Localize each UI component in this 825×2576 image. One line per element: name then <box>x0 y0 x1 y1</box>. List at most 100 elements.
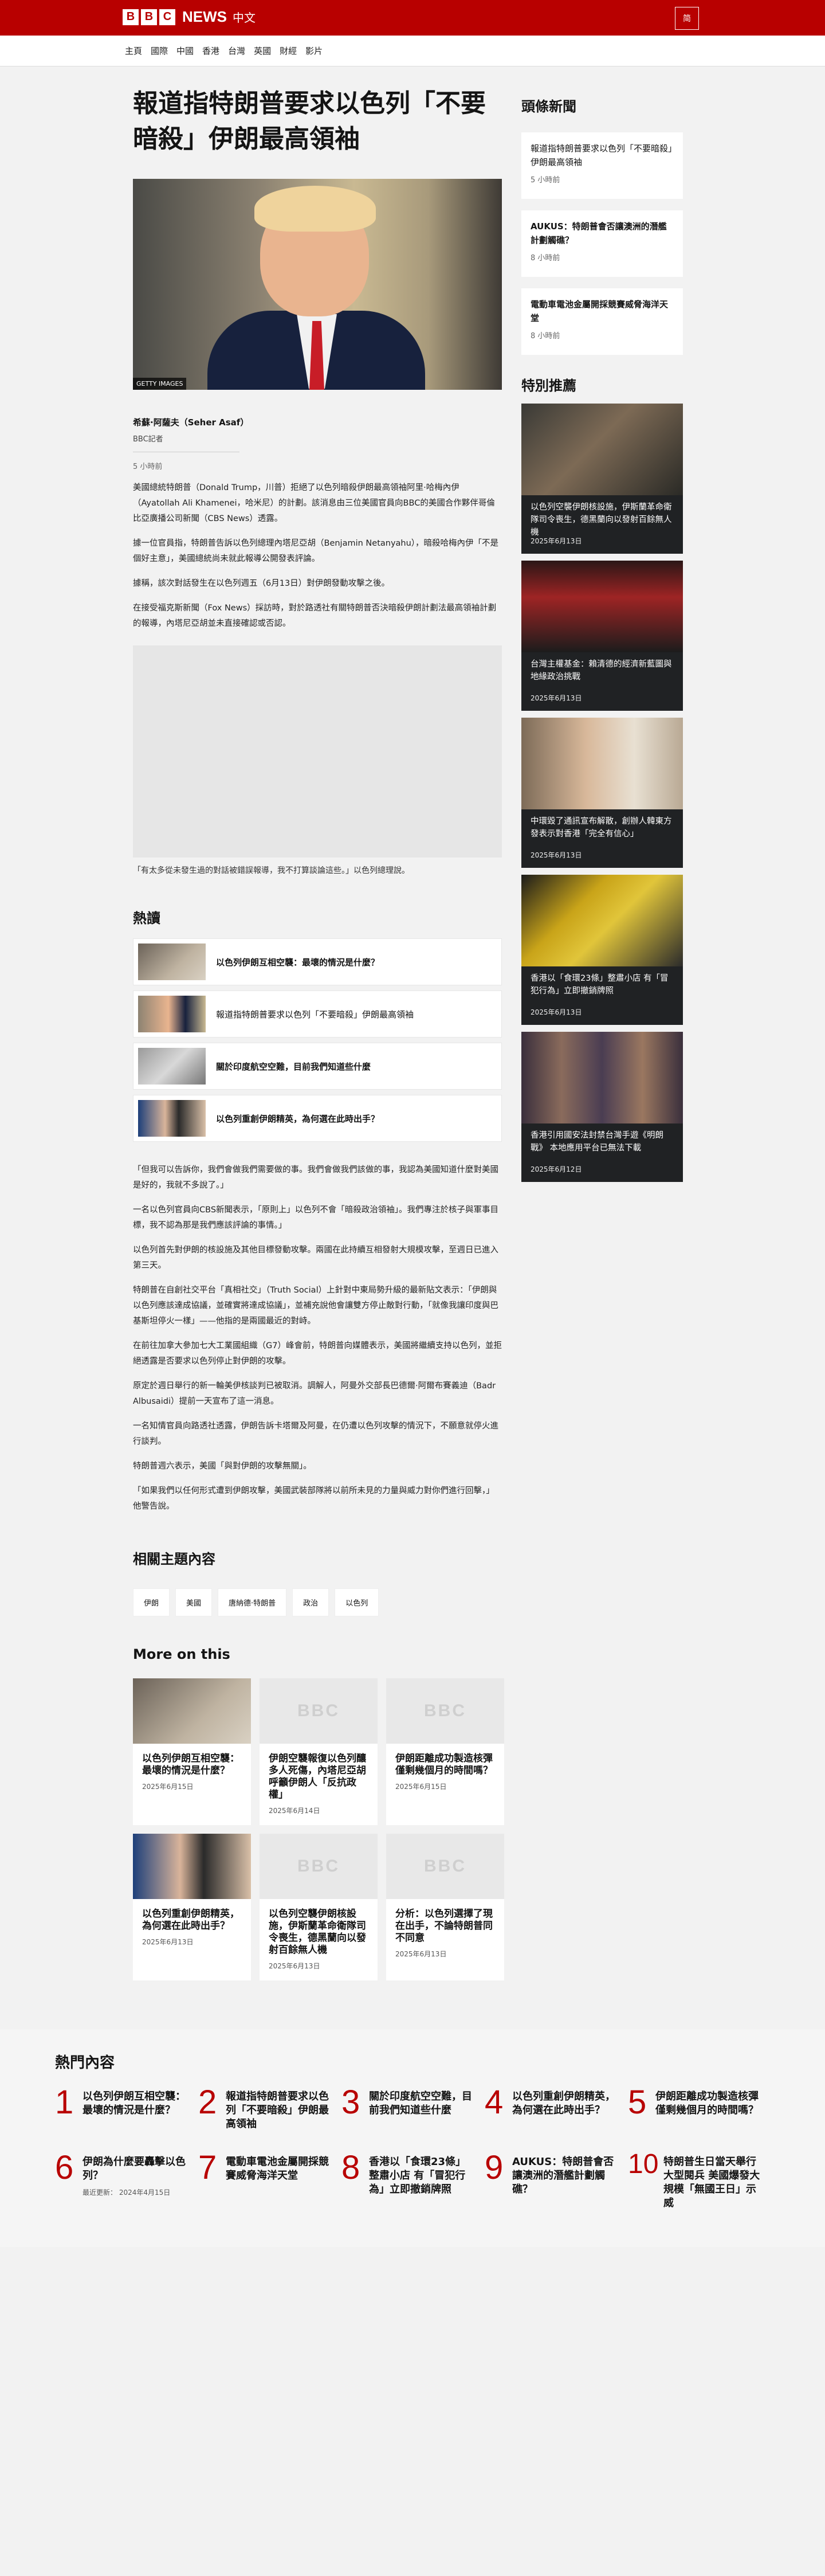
popular-rank: 4 <box>485 2084 504 2121</box>
popular-rank: 8 <box>341 2149 360 2186</box>
hot-read-thumbnail <box>138 944 206 980</box>
more-on-this-title: More on this <box>133 1646 230 1662</box>
popular-rank: 5 <box>628 2084 647 2121</box>
hot-read-title: 以色列伊朗互相空襲：最壞的情況是什麼？ <box>216 957 380 968</box>
popular-rank: 2 <box>198 2084 217 2121</box>
nav-taiwan[interactable]: 台灣 <box>228 45 245 57</box>
hot-read-title: 以色列重創伊朗精英，為何選在此時出手？ <box>216 1113 380 1124</box>
paragraph: 特朗普在自創社交平台「真相社交」（Truth Social）上針對中東局勢升級的… <box>133 1286 498 1326</box>
hot-read-item[interactable]: 報道指特朗普要求以色列「不要暗殺」伊朗最高領袖 <box>133 991 502 1038</box>
paragraph: 在接受福克斯新聞（Fox News）採訪時，對於路透社有關特朗普否決暗殺伊朗計劃… <box>133 604 497 628</box>
video-caption: 「有太多從未發生過的對話被錯誤報導，我不打算談論這些。」以色列總理說。 <box>133 866 410 875</box>
more-card[interactable]: BBC 分析：以色列選擇了現在出手，不論特朗普同不同意 2025年6月13日 <box>386 1834 504 1980</box>
paragraph: 以色列首先對伊朗的核設施及其他目標發動攻擊。兩國在此持續互相發射大規模攻擊，至週… <box>133 1246 498 1270</box>
paragraph: 一名以色列官員向CBS新聞表示，「原則上」以色列不會「暗殺政治領袖」。我們專注於… <box>133 1205 499 1230</box>
more-card-title: 分析：以色列選擇了現在出手，不論特朗普同不同意 <box>395 1908 493 1944</box>
more-card[interactable]: 以色列重創伊朗精英，為何選在此時出手？ 2025年6月13日 <box>133 1834 251 1980</box>
top-story-card[interactable]: 報道指特朗普要求以色列「不要暗殺」伊朗最高領袖 5 小時前 <box>521 132 683 199</box>
featured-image <box>521 718 683 809</box>
featured-card[interactable]: 香港引用國安法封禁台灣手遊《明朗戰》 本地應用平台已無法下載 2025年6月12… <box>521 1032 683 1182</box>
more-card[interactable]: BBC 以色列空襲伊朗核設施，伊斯蘭革命衛隊司令喪生，德黑蘭向以發射百餘無人機 … <box>260 1834 378 1980</box>
popular-title: 以色列重創伊朗精英，為何選在此時出手？ <box>512 2090 615 2116</box>
nav-china[interactable]: 中國 <box>176 45 194 57</box>
featured-image <box>521 404 683 495</box>
more-card[interactable]: 以色列伊朗互相空襲：最壞的情況是什麼？ 2025年6月15日 <box>133 1678 251 1825</box>
paragraph: 「但我可以告訴你，我們會做我們需要做的事。我們會做我們該做的事，我認為美國知道什… <box>133 1165 498 1190</box>
popular-rank: 10 <box>628 2149 659 2179</box>
top-story-time: 5 小時前 <box>531 176 560 185</box>
hot-read-item[interactable]: 以色列伊朗互相空襲：最壞的情況是什麼？ <box>133 938 502 985</box>
nav-hongkong[interactable]: 香港 <box>202 45 219 57</box>
more-card-date: 2025年6月14日 <box>269 1807 320 1815</box>
popular-rank: 7 <box>198 2149 217 2186</box>
logo-letter-c: C <box>159 9 175 25</box>
nav-uk[interactable]: 英國 <box>254 45 271 57</box>
top-stories-title: 頭條新聞 <box>521 99 576 115</box>
nav-video[interactable]: 影片 <box>305 45 323 57</box>
featured-card-date: 2025年6月12日 <box>531 1165 582 1173</box>
hot-reads-title: 熱讀 <box>133 910 160 926</box>
featured-card[interactable]: 台灣主權基金：賴清德的經濟新藍圖與地緣政治挑戰 2025年6月13日 <box>521 561 683 711</box>
paragraph: 據一位官員指，特朗普告訴以色列總理內塔尼亞胡（Benjamin Netanyah… <box>133 539 499 563</box>
featured-card[interactable]: 香港以「食環23條」整肅小店 有「冒犯行為」立即撤銷牌照 2025年6月13日 <box>521 875 683 1025</box>
hot-read-item[interactable]: 以色列重創伊朗精英，為何選在此時出手？ <box>133 1095 502 1142</box>
more-card-title: 伊朗距離成功製造核彈僅剩幾個月的時間嗎？ <box>395 1753 493 1776</box>
more-card[interactable]: BBC 伊朗空襲報復以色列釀多人死傷，內塔尼亞胡呼籲伊朗人「反抗政權」 2025… <box>260 1678 378 1825</box>
more-card-image: BBC <box>386 1834 504 1899</box>
featured-image <box>521 561 683 652</box>
publish-time: 5 小時前 <box>133 463 163 471</box>
more-card-date: 2025年6月13日 <box>269 1962 320 1970</box>
more-card-image <box>133 1678 251 1744</box>
logo-news: NEWS <box>182 8 227 25</box>
topic-tag[interactable]: 美國 <box>175 1588 213 1616</box>
more-card[interactable]: BBC 伊朗距離成功製造核彈僅剩幾個月的時間嗎？ 2025年6月15日 <box>386 1678 504 1825</box>
article: 報道指特朗普要求以色列「不要暗殺」伊朗最高領袖 GETTY IMAGES 希蘇·… <box>133 86 504 1980</box>
top-story-time: 8 小時前 <box>531 332 560 340</box>
featured-image <box>521 1032 683 1123</box>
topic-tag[interactable]: 政治 <box>292 1588 329 1616</box>
logo-language: 中文 <box>233 11 256 25</box>
more-card-title: 以色列空襲伊朗核設施，伊斯蘭革命衛隊司令喪生，德黑蘭向以發射百餘無人機 <box>269 1908 366 1956</box>
popular-title: 香港以「食環23條」整肅小店 有「冒犯行為」立即撤銷牌照 <box>369 2156 466 2195</box>
more-card-date: 2025年6月15日 <box>395 1783 447 1791</box>
topic-tag[interactable]: 伊朗 <box>133 1588 170 1616</box>
author-role: BBC記者 <box>133 435 163 444</box>
nav-business[interactable]: 財經 <box>280 45 297 57</box>
popular-title: 關於印度航空空難，目前我們知道些什麼 <box>369 2090 472 2116</box>
paragraph: 特朗普週六表示，美國「與對伊朗的攻擊無關」。 <box>133 1462 312 1471</box>
video-player[interactable] <box>133 645 502 858</box>
related-topics: 伊朗 美國 唐納德·特朗普 政治 以色列 <box>133 1588 502 1616</box>
paragraph: 「如果我們以任何形式遭到伊朗攻擊，美國武裝部隊將以前所未見的力量與威力對你們進行… <box>133 1486 494 1511</box>
more-card-title: 以色列伊朗互相空襲：最壞的情況是什麼？ <box>142 1753 239 1776</box>
popular-rank: 3 <box>341 2084 360 2121</box>
featured-card[interactable]: 中環毀了通訊宣布解散，創辦人韓東方發表示對香港「完全有信心」 2025年6月13… <box>521 718 683 868</box>
top-story-card[interactable]: AUKUS：特朗普會否讓澳洲的潛艦計劃觸礁？ 8 小時前 <box>521 210 683 277</box>
hot-read-item[interactable]: 關於印度航空空難，目前我們知道些什麼 <box>133 1043 502 1090</box>
more-card-title: 伊朗空襲報復以色列釀多人死傷，內塔尼亞胡呼籲伊朗人「反抗政權」 <box>269 1753 366 1800</box>
related-topics-title: 相關主題內容 <box>133 1551 215 1567</box>
nav-international[interactable]: 國際 <box>151 45 168 57</box>
hot-read-title: 報道指特朗普要求以色列「不要暗殺」伊朗最高領袖 <box>216 1009 414 1020</box>
featured-card[interactable]: 以色列空襲伊朗核設施，伊斯蘭革命衛隊司令喪生，德黑蘭向以發射百餘無人機 2025… <box>521 404 683 554</box>
bbc-placeholder-logo: BBC <box>424 1701 466 1720</box>
image-credit: GETTY IMAGES <box>133 378 187 390</box>
topic-tag[interactable]: 以色列 <box>335 1588 379 1616</box>
featured-card-title: 香港引用國安法封禁台灣手遊《明朗戰》 本地應用平台已無法下載 <box>531 1131 663 1153</box>
top-story-title: 電動車電池金屬開採競賽威脅海洋天堂 <box>531 299 669 323</box>
featured-card-date: 2025年6月13日 <box>531 694 582 702</box>
featured-card-date: 2025年6月13日 <box>531 851 582 859</box>
hot-read-thumbnail <box>138 1048 206 1085</box>
featured-card-title: 以色列空襲伊朗核設施，伊斯蘭革命衛隊司令喪生，德黑蘭向以發射百餘無人機 <box>531 503 672 537</box>
top-story-card[interactable]: 電動車電池金屬開採競賽威脅海洋天堂 8 小時前 <box>521 288 683 355</box>
popular-title: 以色列伊朗互相空襲：最壞的情況是什麼？ <box>82 2090 186 2116</box>
script-toggle-button[interactable]: 简 <box>675 7 699 30</box>
most-popular: 熱門內容 1 以色列伊朗互相空襲：最壞的情況是什麼？ 2 報道指特朗普要求以色列… <box>0 2029 825 2247</box>
bbc-news-logo[interactable]: B B C NEWS 中文 <box>123 8 256 26</box>
paragraph: 原定於週日舉行的新一輪美伊核談判已被取消。調解人，阿曼外交部長巴德爾·阿爾布賽義… <box>133 1381 496 1406</box>
featured-card-date: 2025年6月13日 <box>531 537 582 545</box>
featured-card-title: 台灣主權基金：賴清德的經濟新藍圖與地緣政治挑戰 <box>531 660 672 682</box>
hot-read-title: 關於印度航空空難，目前我們知道些什麼 <box>216 1061 371 1072</box>
nav-home[interactable]: 主頁 <box>125 45 142 57</box>
topic-tag[interactable]: 唐納德·特朗普 <box>218 1588 287 1616</box>
more-card-image: BBC <box>260 1678 378 1744</box>
